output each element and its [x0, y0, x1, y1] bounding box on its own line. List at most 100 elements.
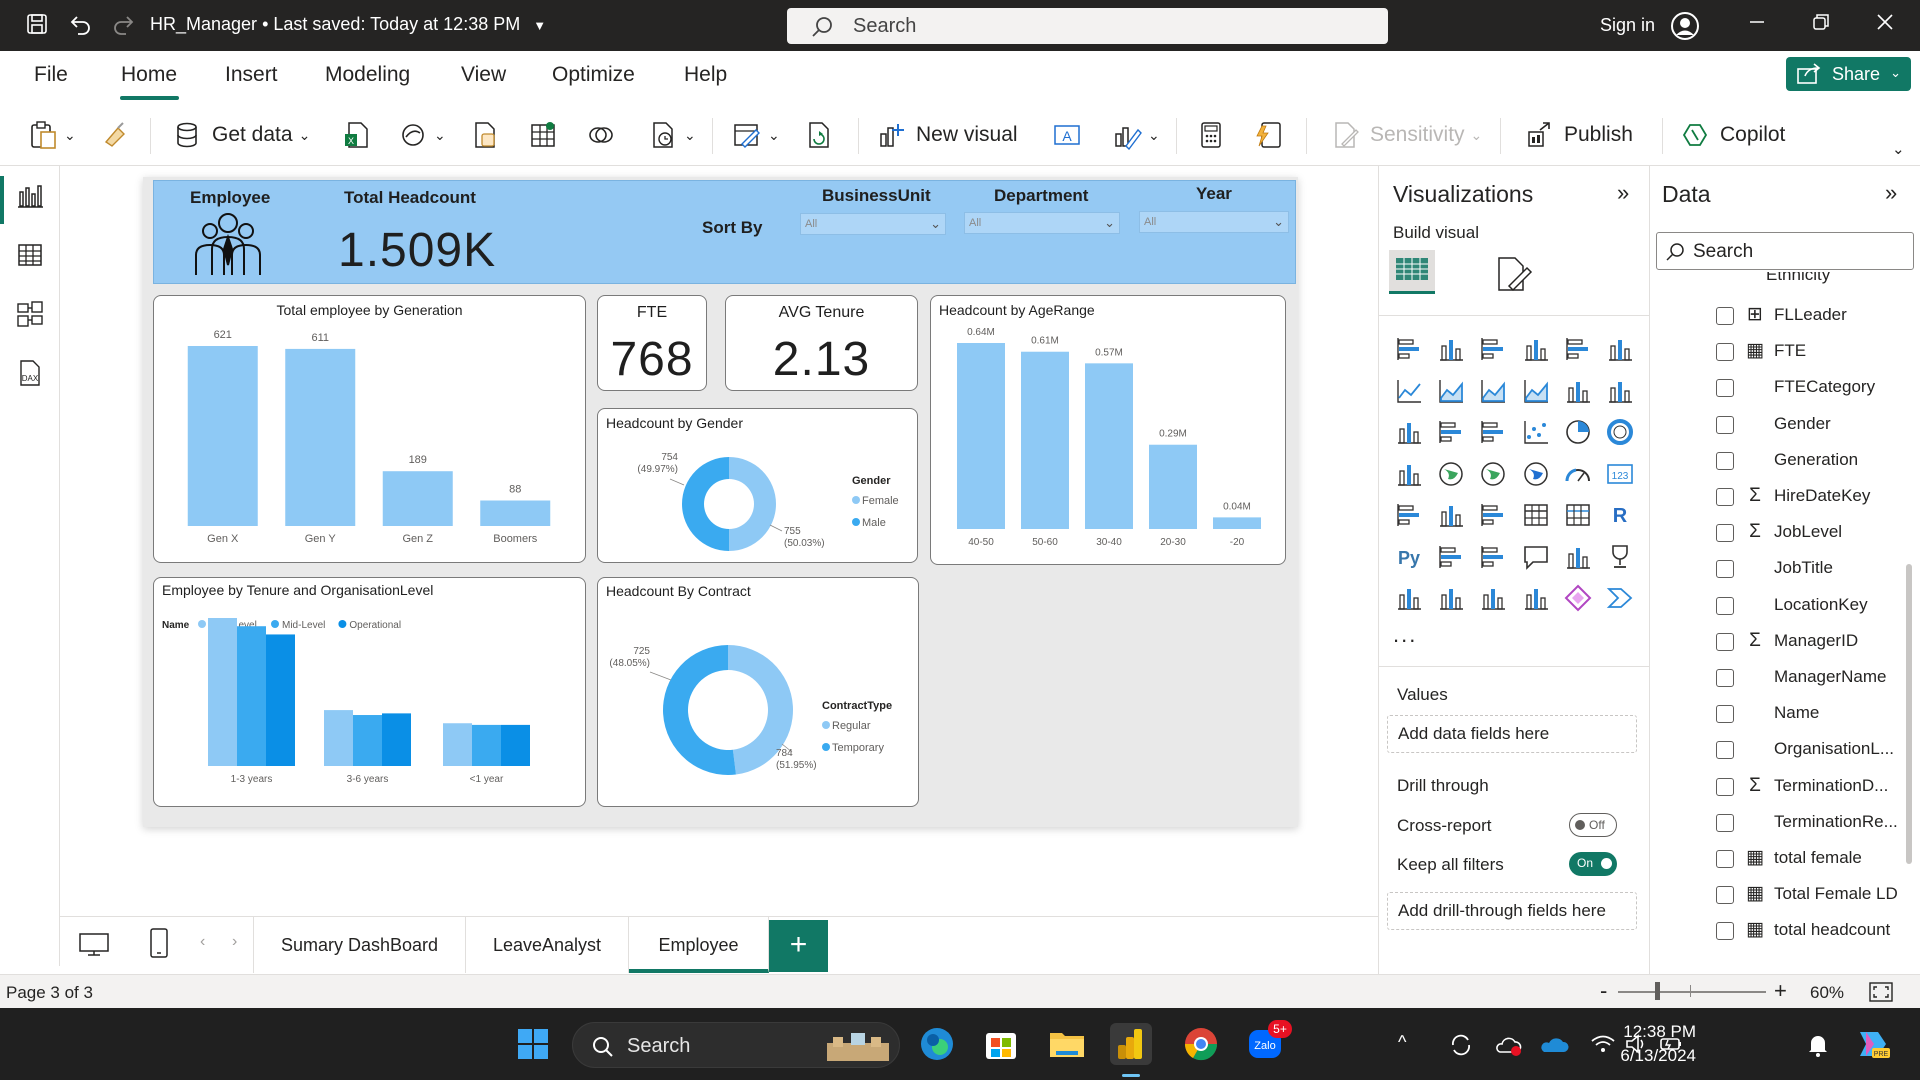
- file-explorer-icon[interactable]: [1046, 1023, 1088, 1065]
- area-chart-visual-icon[interactable]: [1436, 376, 1466, 406]
- mobile-layout-icon[interactable]: [148, 927, 170, 964]
- field-item[interactable]: FTECategory: [1716, 374, 1896, 404]
- more-visuals-button[interactable]: ⌄: [1112, 118, 1160, 152]
- metrics-visual-icon[interactable]: [1605, 542, 1635, 572]
- tab-employee[interactable]: Employee: [629, 917, 769, 973]
- field-checkbox[interactable]: [1716, 886, 1734, 905]
- bar-50-60[interactable]: [1021, 351, 1069, 529]
- enter-data-button[interactable]: [528, 118, 558, 152]
- decomposition-tree-visual-icon[interactable]: [1478, 542, 1508, 572]
- model-view-icon[interactable]: [16, 300, 44, 328]
- pie-visual-icon[interactable]: [1563, 417, 1593, 447]
- zoom-in-icon[interactable]: +: [1774, 978, 1787, 1004]
- scroll-left-icon[interactable]: ‹: [200, 933, 205, 951]
- bar-1-3 years-Operational[interactable]: [266, 634, 295, 766]
- scatter-visual-icon[interactable]: [1521, 417, 1551, 447]
- field-checkbox[interactable]: [1716, 813, 1734, 832]
- redo-icon[interactable]: [110, 12, 136, 38]
- filled-map-visual-icon[interactable]: [1478, 459, 1508, 489]
- slicer-visual-icon[interactable]: [1478, 500, 1508, 530]
- sync-icon[interactable]: [1448, 1032, 1474, 1063]
- fit-to-page-icon[interactable]: [1868, 981, 1894, 1008]
- menu-insert[interactable]: Insert: [225, 63, 278, 87]
- bar-Gen X[interactable]: [187, 346, 258, 526]
- bar-40-50[interactable]: [957, 343, 1005, 529]
- menu-file[interactable]: File: [34, 63, 68, 87]
- field-item[interactable]: ManagerName: [1716, 664, 1896, 694]
- bar-3-6 years-High-Level[interactable]: [324, 710, 353, 766]
- share-button[interactable]: Share ⌄: [1786, 57, 1911, 91]
- collapse-pane-icon[interactable]: »: [1617, 180, 1629, 206]
- data-pane-scrollbar[interactable]: [1906, 564, 1912, 864]
- keep-all-filters-toggle[interactable]: On: [1569, 852, 1617, 876]
- refresh-button[interactable]: [804, 118, 834, 152]
- slice-Temporary[interactable]: [663, 645, 736, 775]
- fte-card[interactable]: FTE 768: [597, 295, 707, 391]
- menu-view[interactable]: View: [461, 63, 506, 87]
- field-item[interactable]: Σ JobLevel: [1716, 519, 1896, 549]
- tenure-chart-card[interactable]: Employee by Tenure and OrganisationLevel…: [153, 577, 586, 807]
- restore-button[interactable]: [1806, 10, 1836, 40]
- smart-narrative-visual-icon[interactable]: [1563, 542, 1593, 572]
- generation-chart-card[interactable]: Total employee by Generation 621 Gen X 611…: [153, 295, 586, 563]
- ribbon-chart-visual-icon[interactable]: [1521, 376, 1551, 406]
- line-clustered-column-visual-icon[interactable]: [1563, 376, 1593, 406]
- field-item[interactable]: ⊞ FLLeader: [1716, 302, 1896, 332]
- bar-<1 year-Operational[interactable]: [501, 724, 530, 766]
- bar-3-6 years-Operational[interactable]: [382, 713, 411, 766]
- values-well[interactable]: Add data fields here: [1387, 715, 1637, 753]
- menu-home[interactable]: Home: [121, 63, 177, 87]
- donut-visual-icon[interactable]: [1605, 417, 1635, 447]
- save-icon[interactable]: [24, 12, 50, 38]
- field-checkbox[interactable]: [1716, 922, 1734, 941]
- slice-Male[interactable]: [682, 457, 730, 551]
- tab-sumary-dashboard[interactable]: Sumary DashBoard: [253, 917, 466, 973]
- 100-stacked-column-visual-icon[interactable]: [1605, 334, 1635, 364]
- account-icon[interactable]: [1670, 11, 1700, 41]
- field-checkbox[interactable]: [1716, 343, 1734, 362]
- power-automate-visual-icon[interactable]: [1478, 583, 1508, 613]
- table-view-icon[interactable]: [16, 241, 44, 269]
- show-hidden-icons-icon[interactable]: ^: [1398, 1032, 1406, 1053]
- collapse-pane-icon[interactable]: »: [1885, 180, 1897, 206]
- menu-modeling[interactable]: Modeling: [325, 63, 410, 87]
- legend-item[interactable]: Regular: [832, 720, 871, 732]
- bar-Gen Z[interactable]: [382, 471, 453, 526]
- table-visual-icon[interactable]: [1521, 500, 1551, 530]
- kpi-visual-icon[interactable]: [1436, 500, 1466, 530]
- zoom-out-icon[interactable]: -: [1600, 978, 1607, 1004]
- close-button[interactable]: [1870, 10, 1900, 40]
- build-visual-tab[interactable]: [1389, 250, 1435, 294]
- more-visuals-ellipsis[interactable]: ...: [1393, 622, 1417, 648]
- field-checkbox[interactable]: [1716, 488, 1734, 506]
- legend-item[interactable]: Temporary: [832, 742, 884, 754]
- bar-30-40[interactable]: [1085, 363, 1133, 529]
- funnel-like-visual-icon[interactable]: [1436, 417, 1466, 447]
- text-box-button[interactable]: A: [1052, 118, 1082, 152]
- python-visual-visual-icon[interactable]: Py: [1394, 542, 1424, 572]
- bar-<1 year-High-Level[interactable]: [443, 723, 472, 766]
- field-checkbox[interactable]: [1716, 632, 1734, 651]
- microsoft-store-icon[interactable]: [980, 1023, 1022, 1065]
- new-visual-button[interactable]: New visual: [876, 118, 1018, 152]
- ribbon-collapse-icon[interactable]: ⌄: [1892, 140, 1905, 158]
- zoom-slider[interactable]: [1618, 991, 1766, 993]
- field-item[interactable]: Σ ManagerID: [1716, 628, 1896, 658]
- line-stacked-column-visual-icon[interactable]: [1605, 376, 1635, 406]
- matrix-visual-icon[interactable]: [1563, 500, 1593, 530]
- year-slicer[interactable]: All ⌄: [1139, 211, 1289, 233]
- qa-visual-icon[interactable]: [1521, 542, 1551, 572]
- field-item[interactable]: JobTitle: [1716, 555, 1896, 585]
- field-item[interactable]: ▦ total female: [1716, 845, 1896, 875]
- sensitivity-button[interactable]: Sensitivity ⌄: [1330, 118, 1482, 152]
- field-checkbox[interactable]: [1716, 307, 1734, 325]
- department-slicer[interactable]: All ⌄: [964, 212, 1120, 234]
- add-page-button[interactable]: +: [769, 920, 828, 972]
- get-data-button[interactable]: Get data ⌄: [172, 118, 310, 152]
- bar-Boomers[interactable]: [480, 500, 551, 526]
- power-bi-icon[interactable]: [1110, 1023, 1152, 1065]
- field-checkbox[interactable]: [1716, 415, 1734, 434]
- cloud-error-icon[interactable]: [1494, 1032, 1524, 1063]
- field-item[interactable]: ▦ total headcount: [1716, 917, 1896, 947]
- field-item[interactable]: OrganisationL...: [1716, 736, 1896, 766]
